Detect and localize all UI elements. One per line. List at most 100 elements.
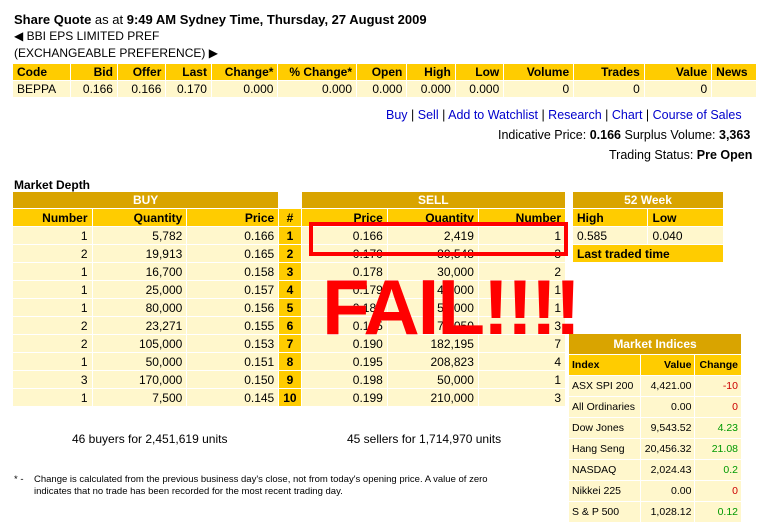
buyers-summary: 46 buyers for 2,451,619 units <box>72 432 228 446</box>
index-change: 0 <box>732 485 738 497</box>
sellers-summary: 45 sellers for 1,714,970 units <box>347 432 502 446</box>
index-value: 0.00 <box>671 401 692 413</box>
buy-price: 0.157 <box>244 282 275 297</box>
qh-trades: Trades <box>601 65 640 79</box>
q-low: 0.000 <box>469 82 500 96</box>
rank: 1 <box>279 227 301 244</box>
security-type: (EXCHANGEABLE PREFERENCE) <box>14 46 206 60</box>
buy-quantity: 170,000 <box>138 372 183 387</box>
rank: 10 <box>279 389 301 406</box>
q-high: 0.000 <box>420 82 451 96</box>
rank: 4 <box>279 281 301 298</box>
q-volume: 0 <box>562 82 570 96</box>
buy-price: 0.165 <box>244 246 275 261</box>
q-bid: 0.166 <box>82 82 113 96</box>
company-line[interactable]: ◀ BBI EPS LIMITED PREF <box>14 29 159 43</box>
week52-low-label: Low <box>652 210 677 225</box>
index-change: 0 <box>732 401 738 413</box>
index-value: 9,543.52 <box>650 422 692 434</box>
index-name: Nikkei 225 <box>572 485 622 497</box>
indices-title: Market Indices <box>569 334 741 354</box>
qh-pct-change: % Change* <box>289 65 353 79</box>
buy-quantity: 105,000 <box>138 336 183 351</box>
buy-number: 1 <box>80 264 88 279</box>
title-time: 9:49 AM Sydney Time, Thursday, 27 August… <box>126 12 427 27</box>
sell-price: 0.199 <box>352 390 383 405</box>
footnote-line1: Change is calculated from the previous b… <box>34 474 488 485</box>
footnote-text: Change is calculated from the previous b… <box>34 474 488 498</box>
index-name: Dow Jones <box>572 422 624 434</box>
qh-change: Change* <box>224 65 274 79</box>
buy-quantity: 16,700 <box>145 264 183 279</box>
week52-title: 52 Week <box>573 192 723 208</box>
trading-status-label: Trading Status: <box>609 148 694 162</box>
index-value: 0.00 <box>671 485 692 497</box>
title-prefix: Share Quote <box>14 12 92 27</box>
prev-arrow-icon[interactable]: ◀ <box>14 29 23 43</box>
index-value: 20,456.32 <box>644 443 692 455</box>
buy-link[interactable]: Buy <box>386 108 408 122</box>
q-change: 0.000 <box>243 82 274 96</box>
indicative-label: Indicative Price: <box>498 128 587 142</box>
index-row: Dow Jones 9,543.52 4.23 <box>569 418 741 438</box>
chart-link[interactable]: Chart <box>612 108 643 122</box>
rank: 2 <box>279 245 301 262</box>
quote-table: Code Bid Offer Last Change* % Change* Op… <box>12 63 757 98</box>
buy-quantity: 25,000 <box>145 282 183 297</box>
surplus-label: Surplus Volume: <box>624 128 716 142</box>
course-of-sales-link[interactable]: Course of Sales <box>653 108 742 122</box>
index-change: 0.12 <box>717 506 738 518</box>
action-links: Buy | Sell | Add to Watchlist | Research… <box>386 108 742 122</box>
research-link[interactable]: Research <box>548 108 602 122</box>
trading-status: Trading Status: Pre Open <box>609 148 752 162</box>
security-line[interactable]: (EXCHANGEABLE PREFERENCE) ▶ <box>14 46 218 60</box>
q-pct-change: 0.000 <box>322 82 353 96</box>
index-change: -10 <box>722 380 738 392</box>
last-traded-label: Last traded time <box>577 246 670 261</box>
rank: 6 <box>279 317 301 334</box>
index-name: NASDAQ <box>572 464 617 476</box>
week52-high-label: High <box>577 210 604 225</box>
sell-price: 0.195 <box>352 354 383 369</box>
buy-quantity: 23,271 <box>145 318 183 333</box>
index-name: S & P 500 <box>572 506 620 518</box>
sell-link[interactable]: Sell <box>418 108 439 122</box>
dh-rank: # <box>286 210 294 225</box>
buy-number: 3 <box>80 372 88 387</box>
sell-number: 4 <box>554 354 561 369</box>
qh-code: Code <box>17 65 47 79</box>
page-title: Share Quote as at 9:49 AM Sydney Time, T… <box>14 12 427 27</box>
qh-offer: Offer <box>132 65 162 79</box>
sell-number: 3 <box>554 390 561 405</box>
rank: 7 <box>279 335 301 352</box>
buy-quantity: 5,782 <box>152 228 183 243</box>
rank: 8 <box>279 353 301 370</box>
qh-open: Open <box>371 65 403 79</box>
market-depth-title: Market Depth <box>14 178 91 192</box>
qh-volume: Volume <box>526 65 570 79</box>
sell-number: 1 <box>554 372 561 387</box>
quote-header-row: Code Bid Offer Last Change* % Change* Op… <box>13 64 756 80</box>
index-row: Nikkei 225 0.00 0 <box>569 481 741 501</box>
highlight-box <box>309 222 568 256</box>
q-offer: 0.166 <box>131 82 162 96</box>
dh-buy-price: Price <box>244 210 275 225</box>
buy-price: 0.153 <box>244 336 275 351</box>
index-value: 1,028.12 <box>650 506 692 518</box>
index-row: S & P 500 1,028.12 0.12 <box>569 502 741 522</box>
watchlist-link[interactable]: Add to Watchlist <box>448 108 538 122</box>
index-change: 0.2 <box>723 464 738 476</box>
buy-price: 0.166 <box>244 228 275 243</box>
q-news <box>712 81 756 97</box>
footnote-line2: indicates that no trade has been recorde… <box>34 486 343 497</box>
index-value: 4,421.00 <box>650 380 692 392</box>
q-code: BEPPA <box>17 82 57 96</box>
sell-quantity: 50,000 <box>437 372 474 387</box>
buy-price: 0.150 <box>244 372 275 387</box>
buy-number: 1 <box>80 228 88 243</box>
buy-price: 0.158 <box>244 264 275 279</box>
qh-news: News <box>716 65 748 79</box>
rank: 5 <box>279 299 301 316</box>
rank: 9 <box>279 371 301 388</box>
next-arrow-icon[interactable]: ▶ <box>209 46 218 60</box>
